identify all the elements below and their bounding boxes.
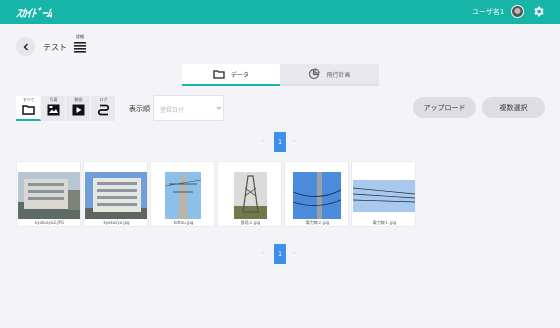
- file-name: 電力線１.jpg: [372, 220, 397, 225]
- filter-video-label: 動画: [74, 97, 83, 102]
- prev-page-button[interactable]: ‹: [261, 249, 264, 257]
- folder-icon: [22, 105, 35, 115]
- filter-video[interactable]: 動画: [66, 96, 91, 121]
- multi-select-button[interactable]: 複数選択: [482, 97, 545, 118]
- file-name: kyokusya.jpg: [103, 220, 130, 225]
- pole-photo-thumbnail: [293, 172, 341, 219]
- filter-log-label: ログ: [99, 97, 108, 102]
- view-tabs: データ 飛行計画: [182, 64, 379, 86]
- app-header: ｽｶｲﾄﾞｰﾑ ユーザ名1: [0, 0, 560, 24]
- next-page-button[interactable]: ›: [293, 249, 296, 257]
- building-photo-thumbnail: [85, 172, 147, 219]
- sort-label: 表示順: [129, 105, 150, 113]
- filter-log[interactable]: ログ: [91, 96, 116, 121]
- filter-photo-label: 写真: [49, 97, 58, 102]
- file-card[interactable]: kyokusya2.JPG: [16, 161, 81, 227]
- page-number-current[interactable]: 1: [274, 132, 286, 152]
- upload-button[interactable]: アップロード: [413, 97, 476, 118]
- type-filter-group: すべて 写真 動画 ログ: [16, 96, 116, 121]
- prev-page-button[interactable]: ‹: [261, 137, 264, 145]
- tab-data[interactable]: データ: [182, 64, 280, 86]
- file-card[interactable]: tettou.jpg: [150, 161, 215, 227]
- page-title: テスト: [43, 43, 67, 52]
- tower-photo-thumbnail: [234, 172, 267, 219]
- file-card[interactable]: 電力線２.jpg: [284, 161, 349, 227]
- pagination-top: ‹ 1 ›: [256, 132, 306, 152]
- file-card[interactable]: 電力線１.jpg: [351, 161, 416, 227]
- gear-icon[interactable]: [532, 5, 545, 18]
- sort-select-placeholder: 登録日付: [160, 107, 185, 114]
- next-page-button[interactable]: ›: [293, 137, 296, 145]
- play-icon: [72, 104, 85, 116]
- tab-flight-plan[interactable]: 飛行計画: [280, 64, 379, 86]
- filter-all-label: すべて: [22, 97, 35, 102]
- file-card[interactable]: kyokusya.jpg: [83, 161, 148, 227]
- app-logo[interactable]: ｽｶｲﾄﾞｰﾑ: [16, 5, 52, 20]
- tower-photo-thumbnail: [165, 172, 201, 219]
- file-name: kyokusya2.JPG: [34, 220, 65, 225]
- chevron-left-icon: [23, 43, 28, 50]
- folder-icon: [213, 70, 225, 79]
- file-card[interactable]: 鉄塔２.jpg: [217, 161, 282, 227]
- wires-photo-thumbnail: [353, 180, 415, 212]
- user-name[interactable]: ユーザ名1: [472, 7, 504, 17]
- pie-chart-icon: [309, 68, 321, 80]
- tab-flight-plan-label: 飛行計画: [326, 71, 351, 79]
- filter-all[interactable]: すべて: [16, 96, 41, 121]
- file-name: tettou.jpg: [173, 220, 194, 225]
- image-icon: [47, 104, 60, 116]
- route-icon: [97, 104, 110, 116]
- building-photo-thumbnail: [18, 172, 80, 219]
- file-name: 鉄塔２.jpg: [240, 220, 261, 225]
- file-name: 電力線２.jpg: [305, 220, 330, 225]
- sort-select[interactable]: 登録日付: [153, 95, 224, 121]
- detail-icon[interactable]: [73, 34, 87, 54]
- caret-down-icon: [216, 107, 222, 110]
- page-number-current[interactable]: 1: [274, 244, 286, 264]
- filter-photo[interactable]: 写真: [41, 96, 66, 121]
- tab-data-label: データ: [230, 71, 249, 79]
- back-button[interactable]: [16, 37, 35, 56]
- avatar[interactable]: [511, 5, 524, 18]
- pagination-bottom: ‹ 1 ›: [256, 244, 306, 264]
